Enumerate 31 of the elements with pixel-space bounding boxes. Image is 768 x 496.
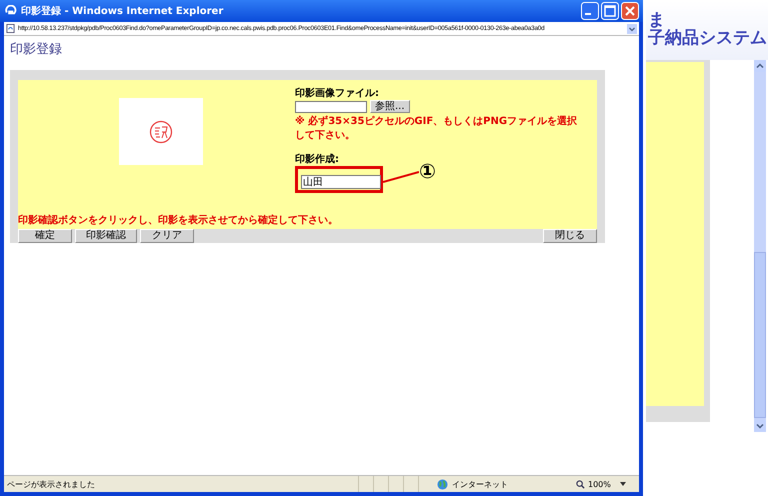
zoom-level: 100% [588,480,611,488]
file-note: ※ 必ず35×35ピクセルのGIF、もしくはPNGファイルを選択して下さい。 [295,114,578,142]
zoom-icon [576,480,585,488]
action-button[interactable]: クリア [140,229,194,243]
logo-text: 子納品システム [648,30,768,48]
page-heading: 印影登録 [10,41,63,59]
action-button[interactable]: 確定 [18,229,72,243]
zone-text: インターネット [452,478,509,490]
input-field[interactable]: 山田 [301,175,381,189]
field-label: 印影画像ファイル: [295,86,380,100]
maximize-icon[interactable] [601,2,619,20]
annotation-marker: ① [419,158,436,182]
scroll-thumb[interactable] [754,252,766,418]
status-message: ページが表示されました [7,478,96,490]
dropdown-icon[interactable] [627,24,637,34]
logo-text: ま [648,12,665,30]
window-title: 印影登録 - Windows Internet Explorer [21,4,224,18]
globe-icon [437,478,448,490]
close-button[interactable]: 閉じる [543,229,597,243]
browse-button[interactable]: 参照... [370,100,410,113]
minimize-icon[interactable] [581,2,599,20]
file-input-field[interactable] [295,100,367,112]
action-button[interactable]: 印影確認 [75,229,137,243]
seal-stamp-icon [149,120,173,144]
scrollbar[interactable] [754,60,766,432]
caret-icon [620,482,626,486]
instruction-text: 印影確認ボタンをクリックし、印影を表示させてから確定して下さい。 [18,213,339,227]
field-label: 印影作成: [295,152,340,166]
page-icon [6,24,15,33]
zoom-control[interactable]: 100% [576,480,636,488]
close-icon[interactable] [621,2,639,20]
